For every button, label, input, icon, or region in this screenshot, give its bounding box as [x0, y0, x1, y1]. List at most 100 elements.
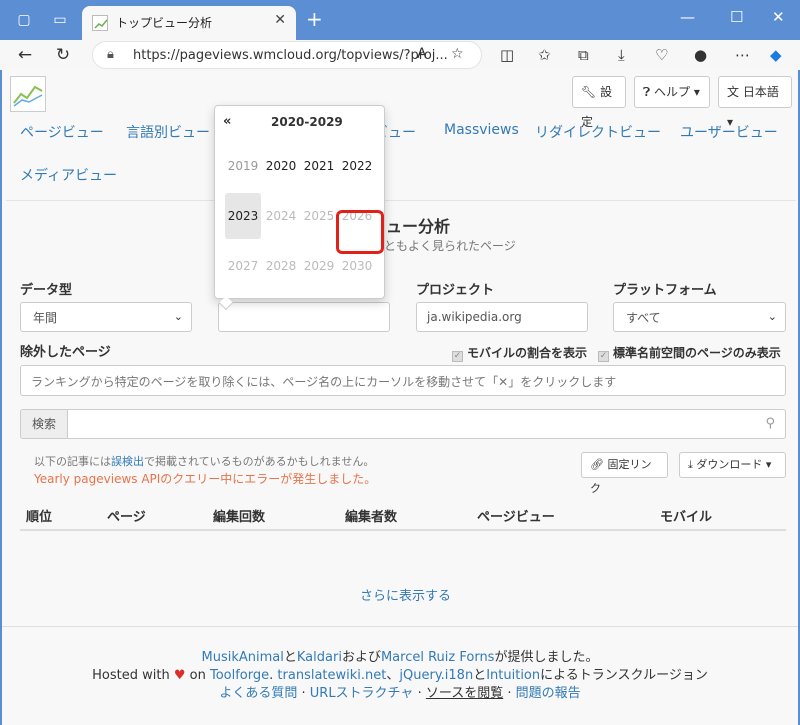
nav-pageviews[interactable]: ページビュー [20, 122, 104, 142]
settings-button[interactable]: 🔧︎ 設定 [572, 76, 626, 129]
checkbox-check-icon: ✓ [452, 351, 463, 362]
note-suffix: で掲載されているものがあるかもしれません。 [144, 455, 375, 468]
intuition-link[interactable]: Intuition [486, 668, 540, 683]
year-2021[interactable]: 2021 [301, 143, 337, 189]
url-structure-link[interactable]: URLストラクチャ [310, 686, 414, 701]
year-2020[interactable]: 2020 [263, 143, 299, 189]
credit-and: と [283, 650, 297, 665]
footer-dot: . [269, 668, 274, 683]
project-label: プロジェクト [416, 283, 495, 298]
platform-select[interactable]: すべて ⌄ [613, 302, 786, 332]
platform-value: すべて [626, 311, 661, 325]
datepicker-prev-button[interactable]: « [223, 114, 231, 129]
permalink-button[interactable]: 🔗︎ 固定リンク [581, 452, 668, 495]
more-menu-icon[interactable]: ⋯ [735, 46, 750, 64]
credit-suffix: が提供しました。 [494, 650, 599, 665]
credit-kaldari-link[interactable]: Kaldari [297, 650, 342, 665]
download-icon: ⤓ [688, 458, 693, 471]
excluded-pages-label: 除外したページ [20, 345, 111, 360]
column-mobile[interactable]: モバイル [660, 506, 712, 525]
platform-label: プラットフォーム [613, 283, 717, 298]
download-label: ダウンロード [696, 458, 763, 471]
back-icon[interactable]: ← [12, 42, 38, 68]
translatewiki-link[interactable]: translatewiki.net [277, 668, 386, 683]
maximize-icon[interactable]: ☐ [730, 8, 743, 26]
column-rank[interactable]: 順位 [26, 506, 52, 525]
browser-essentials-icon[interactable]: ♡ [655, 46, 668, 64]
report-issue-link[interactable]: 問題の報告 [516, 686, 581, 701]
namespace-label: 標準名前空間のページのみ表示 [613, 346, 781, 360]
downloads-icon[interactable]: ⤓ [618, 46, 625, 64]
browser-tab[interactable]: トップビュー分析 ✕ [82, 6, 296, 40]
table-header-divider [20, 529, 786, 531]
credit-marcel-link[interactable]: Marcel Ruiz Forns [381, 650, 494, 665]
search-input[interactable]: ⚲ [67, 409, 786, 439]
caret-down-icon: ▾ [765, 458, 772, 471]
false-positive-note: 以下の記事には誤検出で掲載されているものがあるかもしれません。 [34, 453, 374, 469]
close-window-icon[interactable]: ✕ [772, 8, 785, 26]
read-aloud-icon[interactable]: A [417, 46, 427, 62]
link-icon: 🔗︎ [590, 458, 604, 471]
faq-link[interactable]: よくある質問 [219, 686, 297, 701]
year-2023[interactable]: 2023 [225, 193, 261, 239]
collections-icon[interactable]: ⧉ [578, 46, 589, 64]
year-2022[interactable]: 2022 [339, 143, 375, 189]
year-2025: 2025 [303, 209, 335, 223]
namespace-checkbox[interactable]: ✓ 標準名前空間のページのみ表示 [598, 344, 781, 362]
toolforge-link[interactable]: Toolforge [210, 668, 269, 683]
show-more-link[interactable]: さらに表示する [360, 585, 451, 604]
date-input[interactable] [218, 302, 390, 332]
view-source-link[interactable]: ソースを閲覧 [426, 686, 503, 701]
nav-userviews[interactable]: ユーザービュー [680, 122, 778, 142]
column-page[interactable]: ページ [107, 506, 146, 525]
question-icon: ❓︎ [643, 85, 651, 99]
tab-actions-icon[interactable]: ▭ [50, 10, 70, 30]
column-edits[interactable]: 編集回数 [213, 506, 265, 525]
topviews-logo[interactable] [10, 76, 46, 112]
credit-musikanimal-link[interactable]: MusikAnimal [202, 650, 284, 665]
address-bar[interactable]: 🔒︎ https://pageviews.wmcloud.org/topview… [92, 41, 482, 69]
split-screen-icon[interactable]: ◫ [500, 46, 514, 64]
url-text: https://pageviews.wmcloud.org/topviews/?… [133, 48, 448, 63]
nav-massviews[interactable]: Massviews [444, 122, 519, 138]
footer-hosting: Hosted with ♥ on Toolforge. translatewik… [2, 664, 798, 683]
help-button[interactable]: ❓︎ ヘルプ ▾ [634, 76, 710, 108]
workspaces-icon[interactable]: ▢ [14, 10, 34, 30]
nav-langviews[interactable]: 言語別ビュー [126, 122, 210, 142]
note-prefix: 以下の記事には [34, 455, 111, 468]
transclusion-text: によるトランスクルージョン [540, 668, 708, 683]
column-editors[interactable]: 編集者数 [345, 506, 397, 525]
mobile-ratio-label: モバイルの割合を表示 [467, 346, 588, 360]
favorites-icon[interactable]: ✩ [538, 46, 551, 64]
minimize-icon[interactable]: — [680, 8, 695, 26]
data-type-select[interactable]: 年間 ⌄ [20, 302, 192, 332]
new-tab-button[interactable]: + [306, 9, 323, 29]
mobile-ratio-checkbox[interactable]: ✓ モバイルの割合を表示 [452, 344, 587, 362]
chevron-down-icon: ⌄ [767, 310, 777, 323]
favorite-star-icon[interactable]: ☆ [451, 46, 464, 62]
profile-avatar-icon[interactable]: ● [694, 46, 707, 64]
search-icon: ⚲ [765, 416, 775, 431]
footer-sep: · [507, 686, 512, 701]
nav-redirectviews[interactable]: リダイレクトビュー [535, 122, 661, 142]
heart-icon: ♥ [173, 668, 186, 683]
tab-close-icon[interactable]: ✕ [274, 12, 286, 28]
jquery-i18n-link[interactable]: jQuery.i18n [399, 668, 473, 683]
year-2019[interactable]: 2019 [225, 143, 261, 189]
refresh-icon[interactable]: ↻ [50, 42, 76, 68]
search-label: 検索 [20, 409, 68, 439]
false-positive-link[interactable]: 誤検出 [111, 455, 144, 468]
year-datepicker: « 2020-2029 2019 2020 2021 2022 2023 2024 2025… [214, 105, 385, 311]
nav-mediaviews[interactable]: メディアビュー [20, 165, 117, 185]
tab-title: トップビュー分析 [116, 16, 213, 30]
datepicker-decade-title[interactable]: 2020-2029 [271, 115, 343, 129]
footer-comma: 、 [386, 668, 400, 683]
excluded-pages-input[interactable]: ランキングから特定のページを取り除くには、ページ名の上にカーソルを移動させて「✕… [20, 365, 786, 396]
download-button[interactable]: ⤓ ダウンロード ▾ [679, 452, 786, 478]
project-input[interactable]: ja.wikipedia.org [416, 302, 588, 332]
year-2027: 2027 [227, 259, 259, 273]
copilot-icon[interactable]: ◆ [770, 46, 782, 64]
language-label: 日本語 [742, 85, 779, 99]
language-button[interactable]: 文 日本語 ▾ [718, 76, 792, 129]
column-pageviews[interactable]: ページビュー [477, 506, 555, 525]
